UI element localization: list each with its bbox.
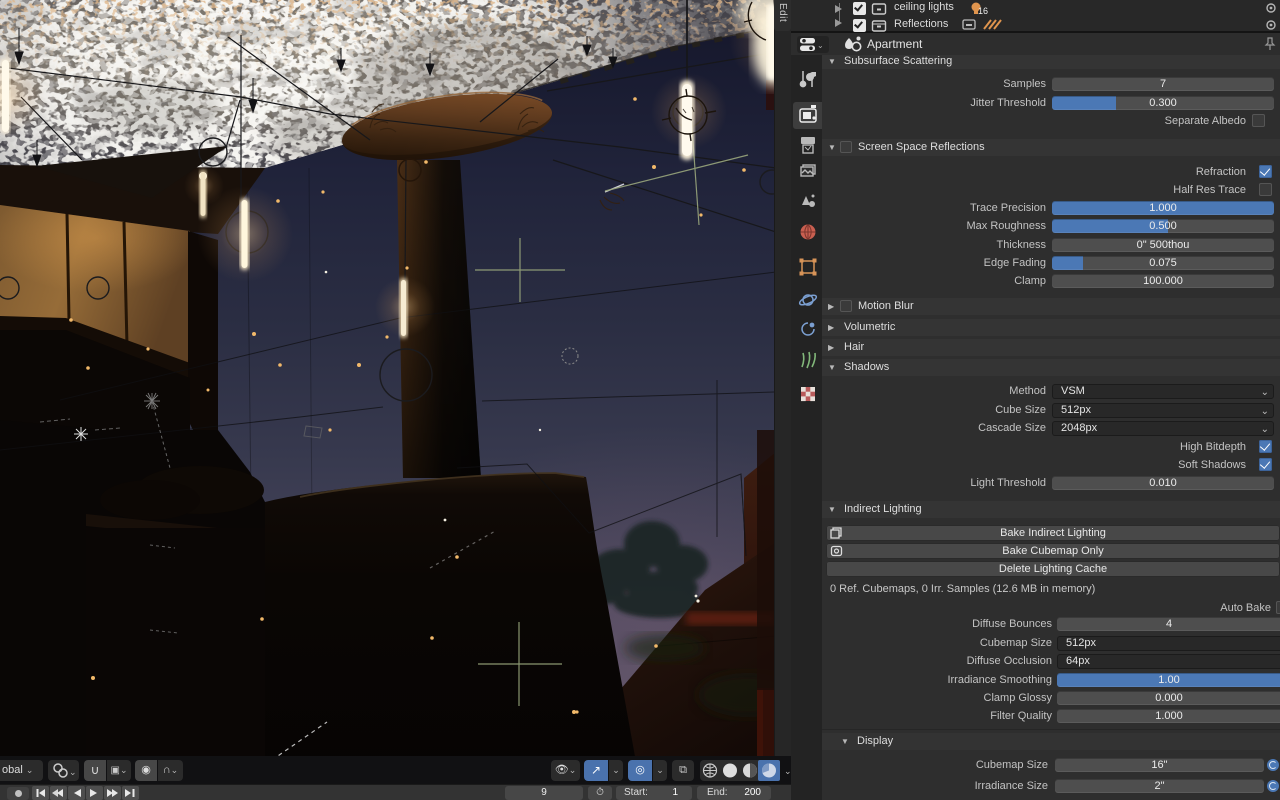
svg-text:⌄: ⌄	[69, 767, 77, 777]
svg-text:⌄: ⌄	[817, 41, 824, 50]
